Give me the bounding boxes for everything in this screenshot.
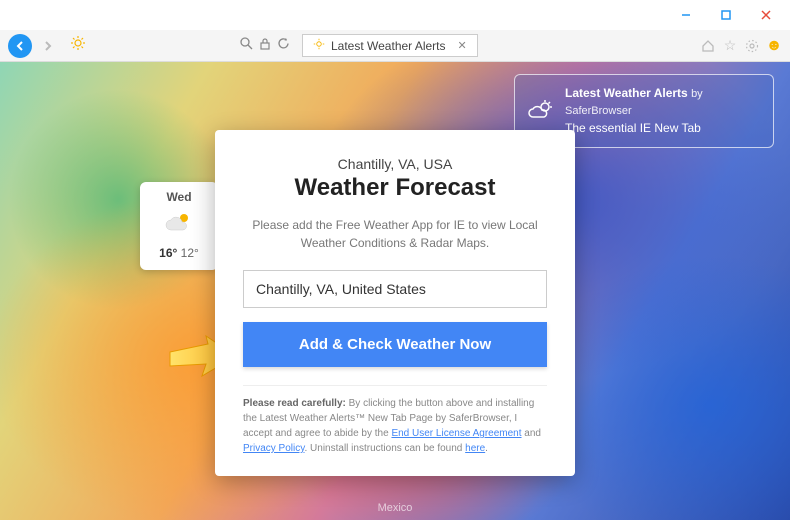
close-button[interactable] xyxy=(746,1,786,29)
browser-tab[interactable]: Latest Weather Alerts ✕ xyxy=(302,34,478,57)
banner-subtitle: The essential IE New Tab xyxy=(565,120,761,137)
sun-cloud-icon xyxy=(527,97,555,125)
legal-text: Please read carefully: By clicking the b… xyxy=(243,396,547,456)
divider xyxy=(243,385,547,386)
forward-button[interactable] xyxy=(36,34,60,58)
maximize-button[interactable] xyxy=(706,1,746,29)
browser-toolbar: Latest Weather Alerts ✕ ☆ ☻ xyxy=(0,30,790,62)
partly-cloudy-icon xyxy=(146,210,212,240)
card-heading: Weather Forecast xyxy=(243,174,547,202)
back-button[interactable] xyxy=(8,34,32,58)
tab-close-icon[interactable]: ✕ xyxy=(458,39,467,52)
uninstall-link[interactable]: here xyxy=(465,443,485,454)
card-blurb: Please add the Free Weather App for IE t… xyxy=(243,216,547,252)
window-titlebar xyxy=(0,0,790,30)
tab-title: Latest Weather Alerts xyxy=(331,39,446,53)
tab-favicon-icon xyxy=(313,38,325,53)
add-check-weather-button[interactable]: Add & Check Weather Now xyxy=(243,322,547,367)
page-viewport: Mexico Latest Weather Alerts by SaferBro… xyxy=(0,62,790,520)
toolbar-actions xyxy=(240,37,290,55)
forecast-temps: 16° 12° xyxy=(146,246,212,260)
forecast-card: Chantilly, VA, USA Weather Forecast Plea… xyxy=(215,130,575,476)
page-favicon-icon xyxy=(70,35,86,56)
home-icon[interactable] xyxy=(700,38,716,54)
lock-icon xyxy=(259,37,271,55)
eula-link[interactable]: End User License Agreement xyxy=(391,428,521,439)
feedback-icon[interactable]: ☻ xyxy=(766,38,782,54)
legal-lead: Please read carefully: xyxy=(243,398,346,409)
minimize-button[interactable] xyxy=(666,1,706,29)
privacy-link[interactable]: Privacy Policy xyxy=(243,443,305,454)
settings-icon[interactable] xyxy=(744,38,760,54)
banner-title: Latest Weather Alerts xyxy=(565,86,688,100)
map-label-mexico: Mexico xyxy=(378,502,413,514)
location-input[interactable] xyxy=(243,270,547,308)
forecast-day-tile: Wed 16° 12° xyxy=(140,182,218,270)
search-icon[interactable] xyxy=(240,37,253,55)
card-location: Chantilly, VA, USA xyxy=(243,156,547,172)
refresh-icon[interactable] xyxy=(277,37,290,55)
favorites-icon[interactable]: ☆ xyxy=(722,38,738,54)
forecast-day-label: Wed xyxy=(146,190,212,204)
